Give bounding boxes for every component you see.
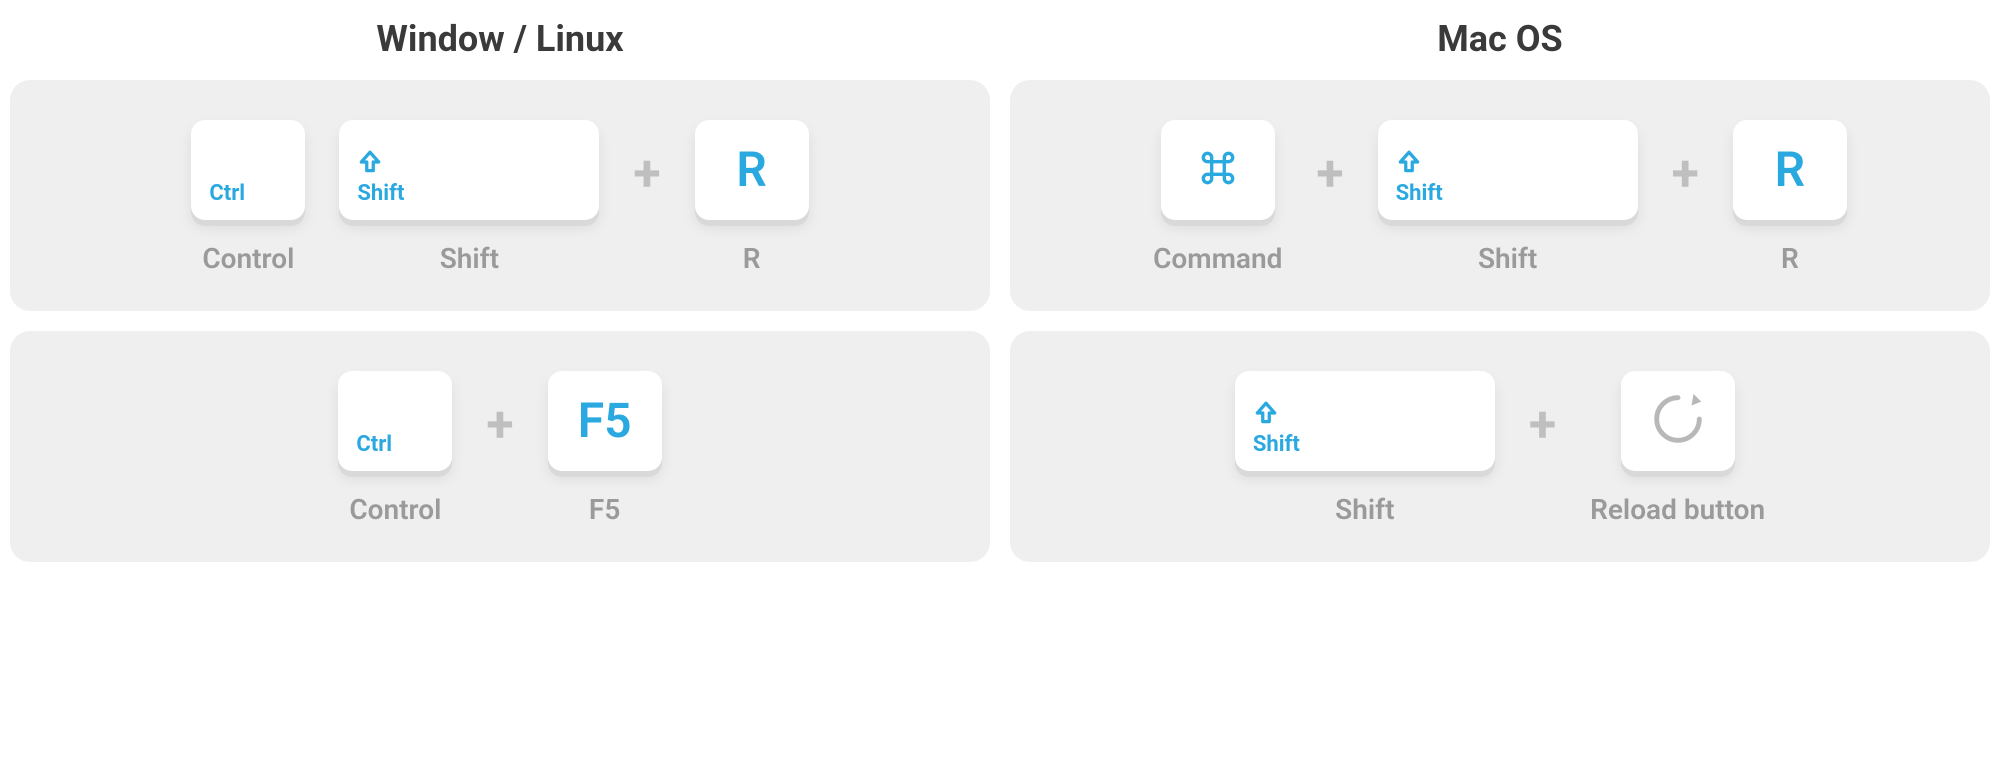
key-combo: Ctrl Control + F5 F5: [338, 371, 661, 526]
command-icon: [1197, 147, 1239, 193]
key-group-command: Command: [1153, 120, 1282, 275]
key-group-shift: Shift Shift: [1378, 120, 1638, 275]
key-group-r: R R: [695, 120, 809, 275]
key-f5: F5: [548, 371, 662, 471]
shift-arrow-icon: [1396, 149, 1422, 179]
key-label: Shift: [1396, 181, 1443, 206]
shortcut-panel: Ctrl Control + F5 F5: [10, 331, 990, 562]
reload-icon: [1647, 388, 1709, 454]
key-group-shift: Shift Shift: [1235, 371, 1495, 526]
column-windows-linux: Window / Linux Ctrl Control: [10, 0, 990, 582]
key-caption: Command: [1153, 242, 1282, 275]
key-caption: Control: [349, 493, 441, 526]
key-group-ctrl: Ctrl Control: [191, 120, 305, 275]
key-shift: Shift: [339, 120, 599, 220]
key-combo: Command + Shift Shift: [1153, 120, 1847, 275]
shift-arrow-icon: [357, 149, 383, 179]
key-label: R: [736, 146, 767, 194]
shortcut-panel: Shift Shift +: [1010, 331, 1990, 562]
key-label: Ctrl: [209, 181, 245, 206]
key-caption: R: [1781, 242, 1799, 275]
key-group-shift: Shift Shift: [339, 120, 599, 275]
shortcut-panel: Command + Shift Shift: [1010, 80, 1990, 311]
key-caption: Shift: [1478, 242, 1537, 275]
key-shift: Shift: [1378, 120, 1638, 220]
key-caption: Shift: [1335, 493, 1394, 526]
column-header: Mac OS: [1010, 0, 1990, 80]
key-caption: R: [743, 242, 761, 275]
key-caption: Reload button: [1590, 493, 1765, 526]
plus-icon: +: [1529, 400, 1556, 498]
key-ctrl: Ctrl: [338, 371, 452, 471]
plus-icon: +: [486, 400, 513, 498]
shift-arrow-icon: [1253, 400, 1279, 430]
key-ctrl: Ctrl: [191, 120, 305, 220]
shortcut-panel: Ctrl Control Shift: [10, 80, 990, 311]
column-macos: Mac OS Command +: [1010, 0, 1990, 582]
plus-icon: +: [1672, 149, 1699, 247]
key-command: [1161, 120, 1275, 220]
key-group-reload: Reload button: [1590, 371, 1765, 526]
key-caption: F5: [589, 493, 620, 526]
key-shift: Shift: [1235, 371, 1495, 471]
plus-icon: +: [1316, 149, 1343, 247]
key-caption: Control: [202, 242, 294, 275]
plus-icon: +: [633, 149, 660, 247]
key-group-ctrl: Ctrl Control: [338, 371, 452, 526]
key-reload: [1621, 371, 1735, 471]
key-r: R: [1733, 120, 1847, 220]
column-header: Window / Linux: [10, 0, 990, 80]
key-label: F5: [578, 397, 632, 445]
key-label: Ctrl: [356, 432, 392, 457]
key-label: Shift: [357, 181, 404, 206]
key-caption: Shift: [440, 242, 499, 275]
key-group-f5: F5 F5: [548, 371, 662, 526]
key-combo: Shift Shift +: [1235, 371, 1765, 526]
key-combo: Ctrl Control Shift: [191, 120, 808, 275]
key-group-r: R R: [1733, 120, 1847, 275]
key-label: R: [1775, 146, 1806, 194]
key-r: R: [695, 120, 809, 220]
key-label: Shift: [1253, 432, 1300, 457]
